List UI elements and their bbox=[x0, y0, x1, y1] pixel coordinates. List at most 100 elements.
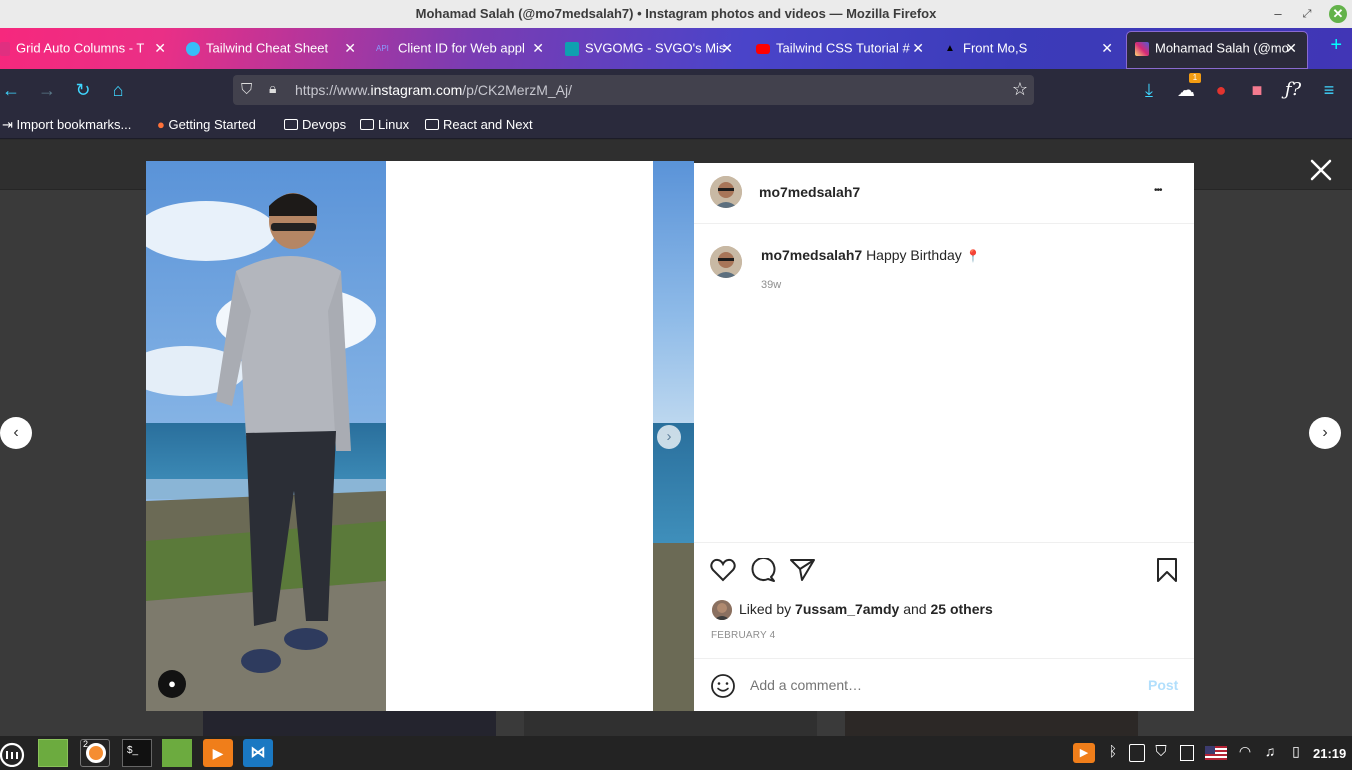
os-taskbar: 2 $_ ▶ ⋈ ▶ ᛒ ⛉ ◠ ♫ ▯ 21:19 bbox=[0, 736, 1352, 770]
folder-icon bbox=[284, 119, 298, 130]
tailwind-icon bbox=[186, 41, 200, 56]
url-prefix: https://www. bbox=[295, 82, 371, 98]
tab-svgomg[interactable]: SVGOMG - SVGO's Mis ✕ bbox=[565, 32, 735, 68]
tab-label: Front Mo,S bbox=[963, 40, 1028, 56]
comment-icon[interactable] bbox=[750, 558, 776, 582]
api-icon: API bbox=[376, 43, 389, 53]
caption-avatar[interactable] bbox=[710, 246, 742, 278]
window-close-button[interactable]: ✕ bbox=[1329, 5, 1347, 23]
files-folder-icon[interactable] bbox=[162, 739, 192, 767]
post-actions: Liked by 7ussam_7amdy and 25 others FEBR… bbox=[694, 542, 1194, 659]
mint-menu-icon[interactable] bbox=[0, 739, 30, 768]
show-desktop-icon[interactable] bbox=[38, 739, 68, 767]
tab-close-icon[interactable]: ✕ bbox=[721, 32, 733, 64]
avatar[interactable] bbox=[710, 176, 742, 208]
restore-button[interactable]: ⤢ bbox=[1297, 4, 1317, 24]
youtube-icon bbox=[756, 43, 770, 54]
bookmark-label: React and Next bbox=[443, 117, 533, 132]
home-icon[interactable]: ⌂ bbox=[107, 79, 129, 101]
liker-avatar[interactable] bbox=[712, 600, 732, 620]
modal-close-icon[interactable] bbox=[1309, 158, 1333, 182]
shield-icon[interactable]: ⛉ bbox=[241, 81, 252, 98]
tab-close-icon[interactable]: ✕ bbox=[1285, 32, 1297, 64]
tab-tailwind-cheat-sheet[interactable]: Tailwind Cheat Sheet ✕ bbox=[186, 32, 358, 68]
url-bar[interactable]: ⛉ 🔒︎ https://www.instagram.com/p/CK2Merz… bbox=[233, 75, 1034, 105]
vscode-icon[interactable]: ⋈ bbox=[243, 739, 273, 767]
bookmarks-bar: ⇥ Import bookmarks... ● Getting Started … bbox=[0, 111, 1352, 139]
pocket-icon[interactable]: ■ bbox=[1246, 79, 1268, 101]
tab-label: Tailwind CSS Tutorial # bbox=[776, 40, 910, 56]
update-shield-icon[interactable]: ⛉ bbox=[1152, 743, 1170, 763]
hamburger-menu-icon[interactable]: ≡ bbox=[1318, 79, 1340, 101]
tab-close-icon[interactable]: ✕ bbox=[912, 32, 924, 64]
vlc-media-player-icon[interactable]: ▶ bbox=[203, 739, 233, 767]
navigation-bar: ← → ↻ ⌂ ⛉ 🔒︎ https://www.instagram.com/p… bbox=[0, 69, 1352, 111]
bookmark-star-icon[interactable]: ☆ bbox=[1012, 79, 1028, 100]
tab-label: Mohamad Salah (@mo bbox=[1155, 40, 1289, 56]
bluetooth-icon[interactable]: ᛒ bbox=[1105, 743, 1121, 763]
wifi-icon[interactable]: ◠ bbox=[1236, 743, 1254, 763]
comment-input[interactable] bbox=[750, 674, 1120, 696]
tab-client-id[interactable]: API Client ID for Web appl ✕ bbox=[376, 32, 546, 68]
bookmark-react-next[interactable]: React and Next bbox=[425, 117, 533, 132]
tab-grid-auto-columns[interactable]: Grid Auto Columns - T ✕ bbox=[0, 32, 168, 68]
clipboard-icon[interactable] bbox=[1129, 744, 1145, 762]
liked-by-others[interactable]: 25 others bbox=[930, 601, 992, 617]
share-direct-icon[interactable] bbox=[790, 558, 816, 582]
keyboard-layout-flag-icon[interactable] bbox=[1205, 746, 1227, 760]
url-text[interactable]: https://www.instagram.com/p/CK2MerzM_Aj/ bbox=[295, 82, 572, 98]
carousel-next-arrow-icon[interactable]: › bbox=[657, 425, 681, 449]
bookmark-label: Devops bbox=[302, 117, 347, 132]
post-comment-button[interactable]: Post bbox=[1148, 677, 1178, 693]
extension-icon[interactable]: ☁ 1 bbox=[1175, 73, 1201, 101]
mint-logo bbox=[0, 742, 25, 768]
lock-icon[interactable]: 🔒︎ bbox=[269, 80, 276, 97]
tab-label: Grid Auto Columns - T bbox=[16, 40, 145, 56]
emoji-picker-icon[interactable] bbox=[710, 673, 736, 699]
post-photo[interactable]: › ● bbox=[146, 161, 694, 711]
caption-username[interactable]: mo7medsalah7 bbox=[761, 247, 862, 263]
tab-tailwind-tutorial[interactable]: Tailwind CSS Tutorial # ✕ bbox=[756, 32, 926, 68]
bookmark-label: Linux bbox=[378, 117, 410, 132]
bookmark-devops[interactable]: Devops bbox=[284, 117, 346, 132]
tab-close-icon[interactable]: ✕ bbox=[532, 32, 544, 64]
battery-icon[interactable]: ▯ bbox=[1288, 743, 1304, 763]
bookmark-linux[interactable]: Linux bbox=[360, 117, 409, 132]
previous-post-button[interactable]: ‹ bbox=[0, 417, 32, 449]
bookmark-import[interactable]: ⇥ Import bookmarks... bbox=[2, 117, 131, 133]
font-finder-icon[interactable]: ƒ? bbox=[1282, 79, 1304, 101]
tab-close-icon[interactable]: ✕ bbox=[154, 32, 166, 64]
tab-close-icon[interactable]: ✕ bbox=[344, 32, 356, 64]
caption-age[interactable]: 39w bbox=[761, 279, 781, 291]
minimize-button[interactable]: – bbox=[1268, 4, 1288, 24]
tab-close-icon[interactable]: ✕ bbox=[1101, 32, 1113, 64]
notes-icon[interactable] bbox=[1180, 745, 1194, 761]
download-icon[interactable]: ⤓ bbox=[1138, 79, 1160, 101]
tray-vlc-icon[interactable]: ▶ bbox=[1073, 743, 1095, 763]
folder-icon bbox=[425, 119, 439, 130]
terminal-icon[interactable]: $_ bbox=[122, 739, 152, 767]
reload-icon[interactable]: ↻ bbox=[72, 79, 94, 101]
ublock-icon[interactable]: ● bbox=[1210, 79, 1232, 101]
taskbar-firefox-button[interactable]: 2 bbox=[80, 739, 110, 767]
liked-by-user[interactable]: 7ussam_7amdy bbox=[795, 601, 899, 617]
post-author-username[interactable]: mo7medsalah7 bbox=[759, 184, 860, 200]
back-arrow-icon[interactable]: ← bbox=[0, 79, 22, 101]
tab-front-mos[interactable]: ▲ Front Mo,S ✕ bbox=[945, 32, 1115, 68]
sound-music-icon[interactable]: ♫ bbox=[1262, 743, 1278, 763]
tab-strip: Grid Auto Columns - T ✕ Tailwind Cheat S… bbox=[0, 28, 1352, 69]
save-bookmark-icon[interactable] bbox=[1156, 557, 1178, 583]
next-post-button[interactable]: › bbox=[1309, 417, 1341, 449]
bookmark-label: Import bookmarks... bbox=[16, 117, 132, 132]
more-options-icon[interactable]: ••• bbox=[1154, 185, 1162, 196]
tagged-user-icon[interactable]: ● bbox=[158, 670, 186, 698]
new-tab-button[interactable]: + bbox=[1330, 34, 1342, 57]
window-title: Mohamad Salah (@mo7medsalah7) • Instagra… bbox=[415, 6, 937, 21]
clock[interactable]: 21:19 bbox=[1313, 746, 1346, 761]
dimmed-grid-thumbnail bbox=[203, 710, 496, 736]
like-heart-icon[interactable] bbox=[710, 558, 736, 582]
tab-instagram[interactable]: Mohamad Salah (@mo ✕ bbox=[1126, 31, 1308, 69]
bookmark-getting-started[interactable]: ● Getting Started bbox=[157, 117, 256, 132]
forward-arrow-icon[interactable]: → bbox=[36, 79, 58, 101]
post-date[interactable]: FEBRUARY 4 bbox=[711, 630, 775, 641]
